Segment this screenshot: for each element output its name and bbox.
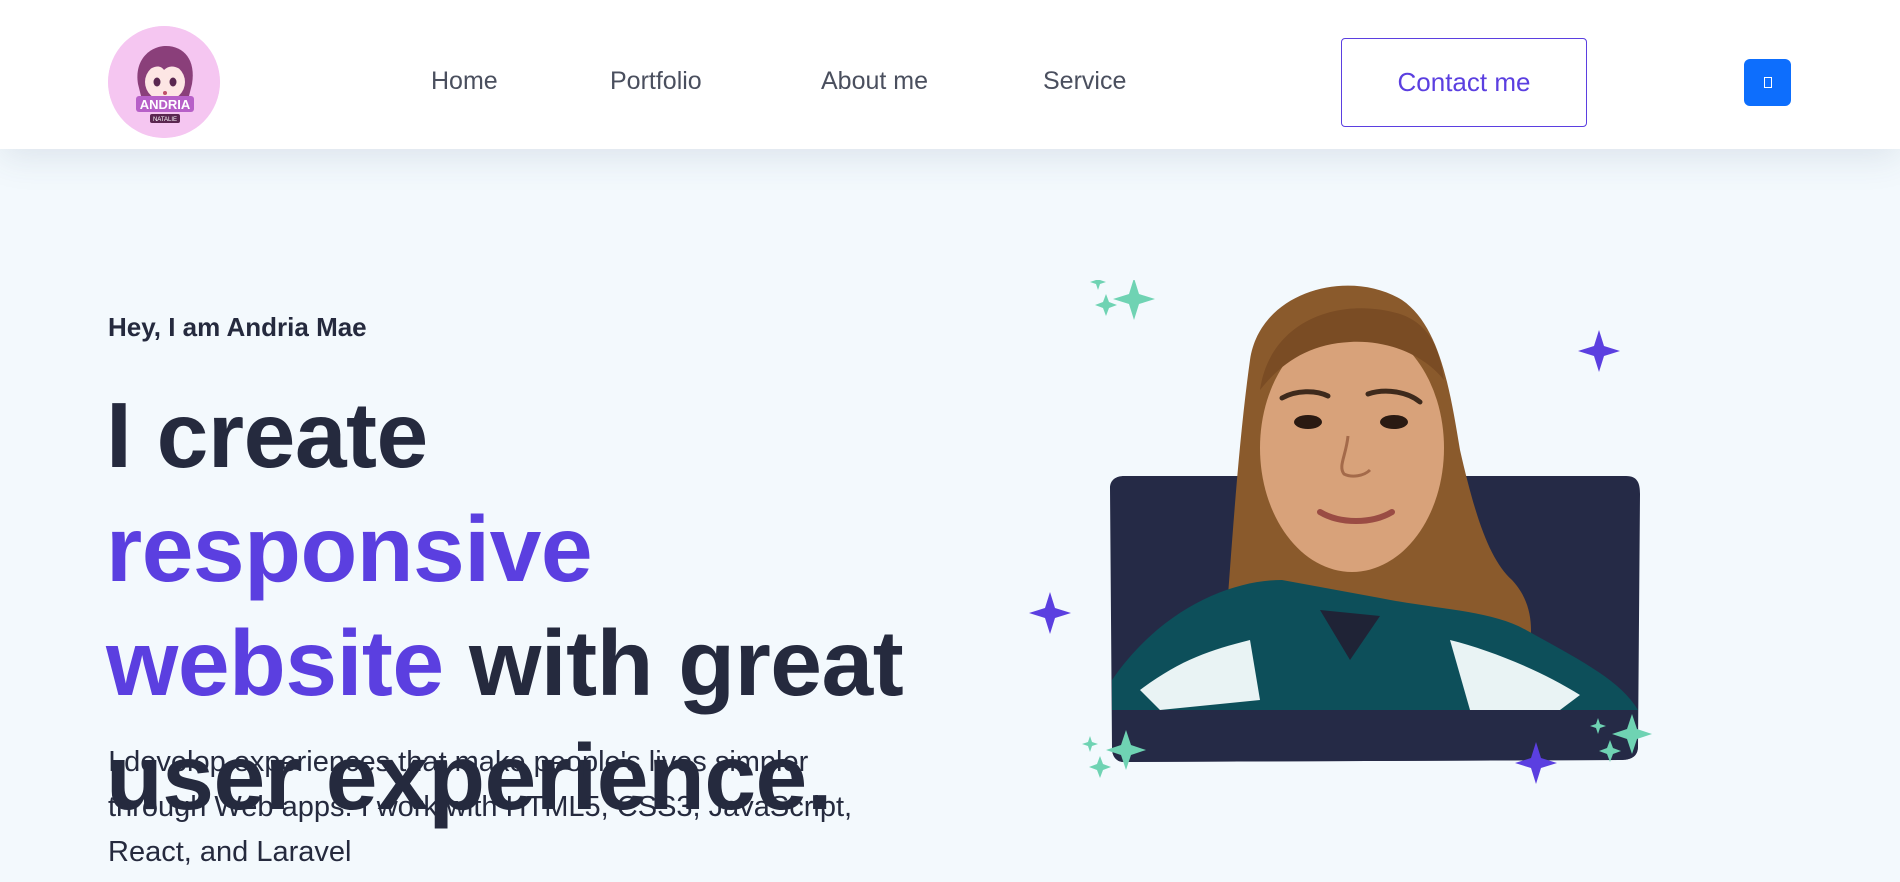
headline-part-1: I create	[106, 383, 428, 487]
menu-toggle-button[interactable]	[1744, 59, 1791, 106]
nav-portfolio[interactable]: Portfolio	[610, 66, 702, 96]
logo-subtext: NATALIE	[153, 117, 177, 123]
menu-icon	[1763, 77, 1772, 88]
anime-avatar-logo-icon: ANDRIA NATALIE	[108, 26, 220, 138]
site-header: ANDRIA NATALIE Home Portfolio About me S…	[0, 0, 1900, 149]
nav-service[interactable]: Service	[1043, 66, 1126, 96]
logo-text: ANDRIA	[140, 97, 191, 112]
contact-me-button[interactable]: Contact me	[1341, 38, 1587, 127]
site-logo[interactable]: ANDRIA NATALIE	[108, 26, 220, 138]
nav-home[interactable]: Home	[431, 66, 498, 96]
nav-about-me[interactable]: About me	[821, 66, 928, 96]
hero-description: I develop experiences that make people's…	[108, 746, 853, 868]
hero-greeting: Hey, I am Andria Mae	[108, 312, 367, 342]
profile-photo-icon	[1029, 274, 1652, 784]
hero-illustration	[1020, 274, 1680, 800]
